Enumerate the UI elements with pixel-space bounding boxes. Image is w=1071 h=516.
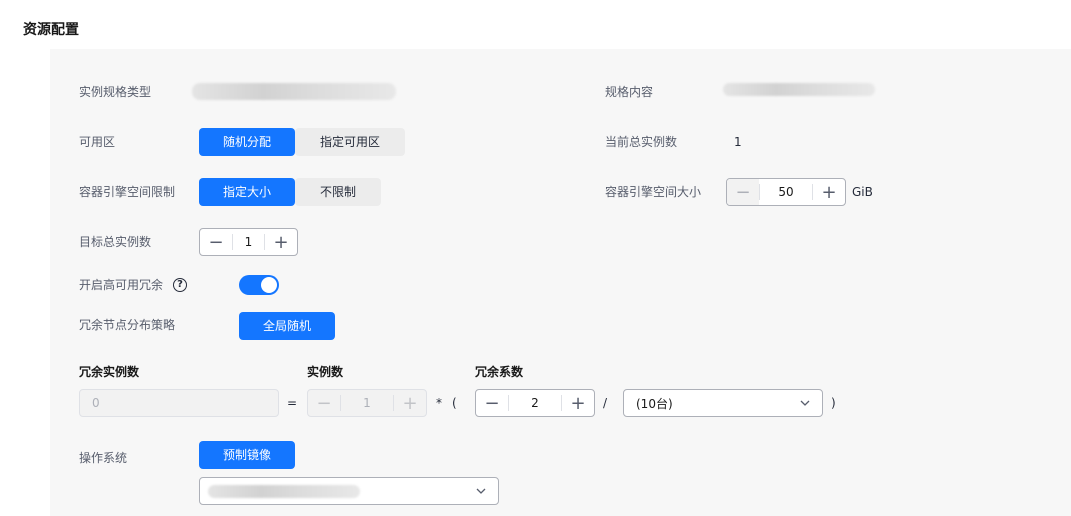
image-select[interactable]	[199, 477, 499, 505]
redundant-instances-input[interactable]: 0	[79, 389, 279, 417]
target-instances-increment-button[interactable]: +	[265, 229, 297, 255]
factor-decrement-button[interactable]: −	[476, 390, 508, 416]
space-size-increment-button[interactable]: +	[813, 179, 845, 205]
high-availability-toggle[interactable]	[239, 275, 279, 295]
target-instances-decrement-button[interactable]: −	[200, 229, 232, 255]
current-total-instances-label: 当前总实例数	[605, 135, 678, 149]
image-select-value-redacted	[208, 485, 360, 498]
target-instances-value[interactable]: 1	[232, 234, 265, 250]
instances-value[interactable]: 1	[340, 395, 394, 411]
instances-increment-button[interactable]: +	[394, 390, 426, 416]
redundancy-factor-stepper: − 2 +	[475, 389, 595, 417]
space-size-decrement-button[interactable]: −	[727, 179, 759, 205]
target-total-instances-label: 目标总实例数	[79, 235, 152, 249]
equals-sign: =	[287, 396, 298, 410]
close-paren: )	[831, 396, 836, 410]
redundant-node-strategy-label: 冗余节点分布策略	[79, 318, 176, 332]
toggle-knob	[261, 277, 277, 293]
help-icon[interactable]: ?	[173, 278, 187, 292]
chevron-down-icon	[476, 488, 486, 494]
operating-system-label: 操作系统	[79, 451, 128, 465]
availability-zone-option-specify[interactable]: 指定可用区	[295, 128, 405, 156]
unit-select[interactable]: (10台)	[623, 389, 823, 417]
availability-zone-segmented: 随机分配 指定可用区	[199, 128, 405, 156]
availability-zone-label: 可用区	[79, 135, 116, 149]
instances-label: 实例数	[307, 365, 344, 379]
section-title: 资源配置	[23, 22, 79, 38]
high-availability-label: 开启高可用冗余	[79, 278, 164, 292]
unit-select-value: (10台)	[636, 397, 673, 411]
spec-content-label: 规格内容	[605, 85, 654, 99]
space-size-unit: GiB	[852, 185, 873, 199]
container-engine-space-size-stepper: − 50 +	[726, 178, 846, 206]
divide-sign: /	[603, 396, 608, 410]
target-total-instances-stepper: − 1 +	[199, 228, 298, 256]
container-engine-space-limit-segmented: 指定大小 不限制	[199, 178, 381, 206]
instance-spec-type-label: 实例规格类型	[79, 85, 152, 99]
instances-decrement-button[interactable]: −	[308, 390, 340, 416]
space-limit-option-unlimited[interactable]: 不限制	[295, 178, 381, 206]
open-paren: (	[452, 396, 457, 410]
availability-zone-option-random[interactable]: 随机分配	[199, 128, 295, 156]
redundant-instances-label: 冗余实例数	[79, 365, 140, 379]
multiply-sign: *	[436, 396, 442, 410]
global-random-button[interactable]: 全局随机	[239, 312, 335, 340]
prebuilt-image-button[interactable]: 预制镜像	[199, 441, 295, 469]
chevron-down-icon	[800, 400, 810, 406]
redundancy-factor-label: 冗余系数	[475, 365, 524, 379]
factor-increment-button[interactable]: +	[562, 390, 594, 416]
instance-spec-type-value-redacted	[192, 83, 396, 100]
space-size-value[interactable]: 50	[759, 184, 813, 200]
factor-value[interactable]: 2	[508, 395, 562, 411]
container-engine-space-limit-label: 容器引擎空间限制	[79, 185, 176, 199]
container-engine-space-size-label: 容器引擎空间大小	[605, 185, 702, 199]
space-limit-option-specify-size[interactable]: 指定大小	[199, 178, 295, 206]
instances-stepper: − 1 +	[307, 389, 427, 417]
current-total-instances-value: 1	[734, 135, 742, 149]
spec-content-value-redacted	[723, 83, 875, 96]
